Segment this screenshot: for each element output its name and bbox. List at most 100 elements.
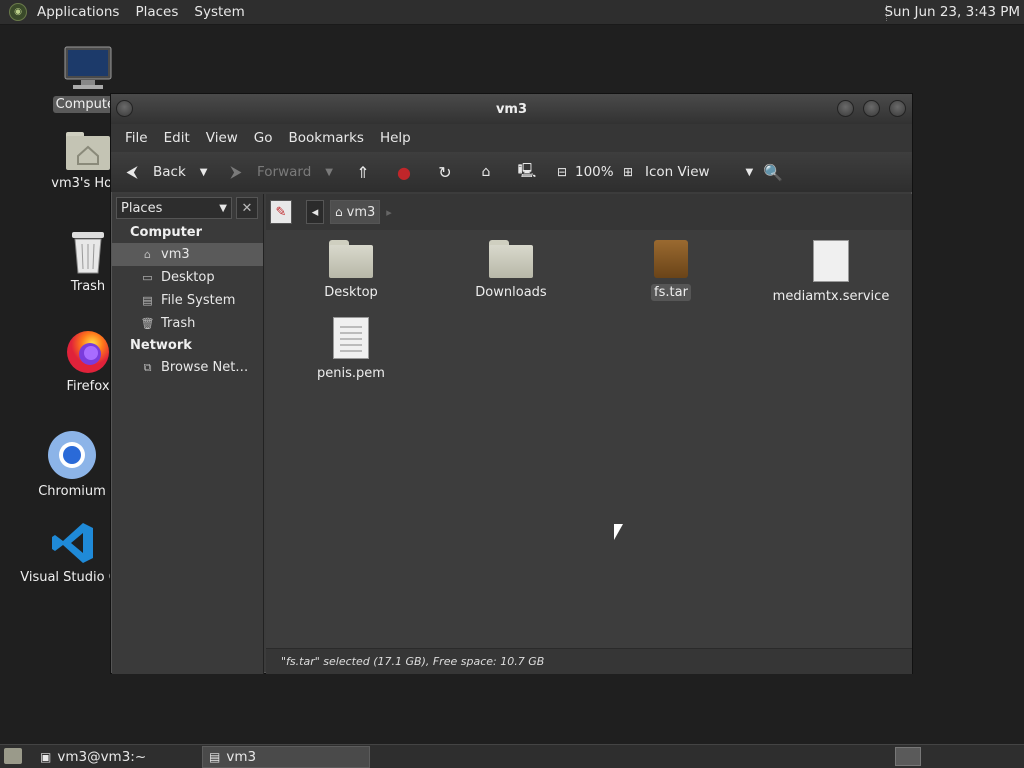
sidebar-item-label: vm3 — [161, 247, 190, 262]
file-manager-window: vm3 File Edit View Go Bookmarks Help ⮜ B… — [110, 93, 913, 674]
menu-view[interactable]: View — [198, 130, 246, 146]
file-item-penis-pem[interactable]: penis.pem — [276, 317, 426, 382]
file-name: mediamtx.service — [772, 289, 890, 304]
menu-edit[interactable]: Edit — [156, 130, 198, 146]
search-button[interactable]: 🔍 — [762, 152, 784, 192]
zoom-in-button[interactable]: ⊞ — [617, 152, 639, 192]
reload-icon: ↻ — [438, 162, 452, 182]
chevron-down-icon: ▼ — [745, 166, 754, 178]
file-name: Desktop — [324, 285, 378, 300]
terminal-icon: ▣ — [40, 750, 52, 764]
clock[interactable]: Sun Jun 23, 3:43 PM — [884, 4, 1020, 20]
file-icon — [813, 240, 849, 282]
network-icon: ⧉ — [143, 360, 152, 374]
sidebar-item-vm3[interactable]: ⌂ vm3 — [112, 243, 263, 266]
reload-button[interactable]: ↻ — [434, 152, 456, 192]
search-icon: 🔍 — [763, 162, 783, 182]
zoom-level[interactable]: 100% — [575, 152, 614, 192]
sidebar-item-label: Browse Net… — [161, 360, 249, 375]
zoom-out-button[interactable]: ⊟ — [551, 152, 573, 192]
home-folder-icon — [66, 132, 110, 170]
sidebar-item-label: Trash — [161, 316, 196, 331]
trash-icon: 🗑 — [140, 317, 155, 330]
computer-icon: 🖳 — [517, 163, 537, 179]
back-button[interactable]: ⮜ Back ▼ — [121, 152, 207, 192]
chevron-right-icon[interactable]: ▸ — [386, 206, 392, 219]
sidebar-item-label: File System — [161, 293, 236, 308]
sidebar: Places ▼ ✕ Computer ⌂ vm3 ▭ Desktop ▤ File … — [112, 194, 264, 674]
file-item-downloads[interactable]: Downloads — [436, 240, 586, 301]
sidebar-mode-select[interactable]: Places ▼ — [116, 197, 232, 219]
desktop-icon-label: Trash — [70, 279, 106, 294]
sidebar-item-file-system[interactable]: ▤ File System — [112, 289, 263, 312]
maximize-button[interactable] — [863, 100, 880, 117]
file-view[interactable]: Desktop Downloads fs.tar mediamtx.servic… — [266, 230, 912, 648]
menu-help[interactable]: Help — [372, 130, 419, 146]
forward-button[interactable]: ⮞ Forward ▼ — [225, 152, 333, 192]
task-terminal[interactable]: ▣ vm3@vm3:~ — [34, 746, 200, 768]
sidebar-item-desktop[interactable]: ▭ Desktop — [112, 266, 263, 289]
home-icon: ⌂ — [144, 248, 151, 261]
trash-icon — [72, 232, 104, 274]
menu-file[interactable]: File — [117, 130, 156, 146]
top-panel: ◉ Applications Places System Sun Jun 23,… — [0, 0, 1024, 25]
places-menu[interactable]: Places — [127, 4, 186, 20]
window-menu-button[interactable] — [116, 100, 133, 117]
desktop-icon-label: Chromium — [38, 484, 106, 499]
path-scroll-left-button[interactable]: ◂ — [306, 200, 324, 224]
file-name: fs.tar — [651, 284, 691, 301]
zoom-out-icon: ⊟ — [556, 165, 568, 179]
sidebar-section-computer: Computer — [130, 225, 203, 240]
menu-go[interactable]: Go — [246, 130, 281, 146]
stop-button[interactable]: ● — [393, 152, 415, 192]
window-title: vm3 — [495, 101, 528, 117]
chromium-icon — [48, 431, 96, 479]
drive-icon: ▤ — [142, 294, 153, 307]
back-arrow-icon: ⮜ — [126, 162, 138, 181]
chevron-down-icon: ▼ — [219, 202, 227, 214]
up-button[interactable]: ⇑ — [352, 152, 374, 192]
desktop-icon-chromium[interactable]: Chromium — [30, 430, 114, 500]
home-button[interactable]: ⌂ — [475, 152, 497, 192]
task-file-manager[interactable]: ▤ vm3 — [202, 746, 370, 768]
computer-button[interactable]: 🖳 — [516, 152, 538, 192]
minimize-button[interactable] — [837, 100, 854, 117]
firefox-icon — [67, 331, 109, 373]
system-menu[interactable]: System — [186, 4, 252, 20]
sidebar-item-trash[interactable]: 🗑 Trash — [112, 312, 263, 335]
sidebar-mode-label: Places — [121, 200, 163, 216]
file-item-fs-tar[interactable]: fs.tar — [596, 240, 746, 301]
text-file-icon — [333, 317, 369, 359]
file-name: penis.pem — [317, 366, 385, 381]
folder-icon: ▤ — [209, 750, 221, 764]
sidebar-section-network: Network — [130, 338, 192, 353]
show-desktop-icon[interactable] — [4, 748, 22, 764]
view-mode-label: Icon View — [645, 164, 710, 180]
mouse-cursor-icon — [614, 524, 623, 540]
window-titlebar[interactable]: vm3 — [111, 94, 912, 124]
forward-arrow-icon: ⮞ — [230, 162, 242, 181]
file-item-mediamtx-service[interactable]: mediamtx.service — [756, 240, 906, 305]
home-icon: ⌂ — [481, 164, 491, 180]
applications-menu[interactable]: Applications — [29, 4, 127, 20]
desktop-icon-label: Firefox — [66, 379, 110, 394]
menubar: File Edit View Go Bookmarks Help — [111, 124, 912, 152]
forward-history-dropdown-icon[interactable]: ▼ — [325, 167, 333, 178]
file-name: Downloads — [475, 285, 547, 300]
vscode-icon — [52, 523, 93, 563]
sidebar-item-label: Desktop — [161, 270, 215, 285]
path-button-vm3[interactable]: ⌂ vm3 — [330, 200, 381, 224]
view-mode-select[interactable]: Icon View ▼ — [645, 152, 753, 192]
desktop-icon: ▭ — [142, 271, 153, 284]
distro-logo-icon[interactable]: ◉ — [9, 3, 27, 21]
back-history-dropdown-icon[interactable]: ▼ — [200, 167, 208, 178]
toggle-location-entry-button[interactable]: ✎ — [270, 200, 292, 224]
close-sidebar-icon[interactable]: ✕ — [236, 197, 258, 219]
up-arrow-icon: ⇑ — [356, 162, 370, 182]
sidebar-item-browse-network[interactable]: ⧉ Browse Net… — [112, 356, 263, 379]
close-button[interactable] — [889, 100, 906, 117]
menu-bookmarks[interactable]: Bookmarks — [281, 130, 372, 146]
stop-icon: ● — [397, 162, 411, 182]
workspace-switcher-icon[interactable] — [895, 747, 921, 766]
file-item-desktop[interactable]: Desktop — [276, 240, 426, 301]
